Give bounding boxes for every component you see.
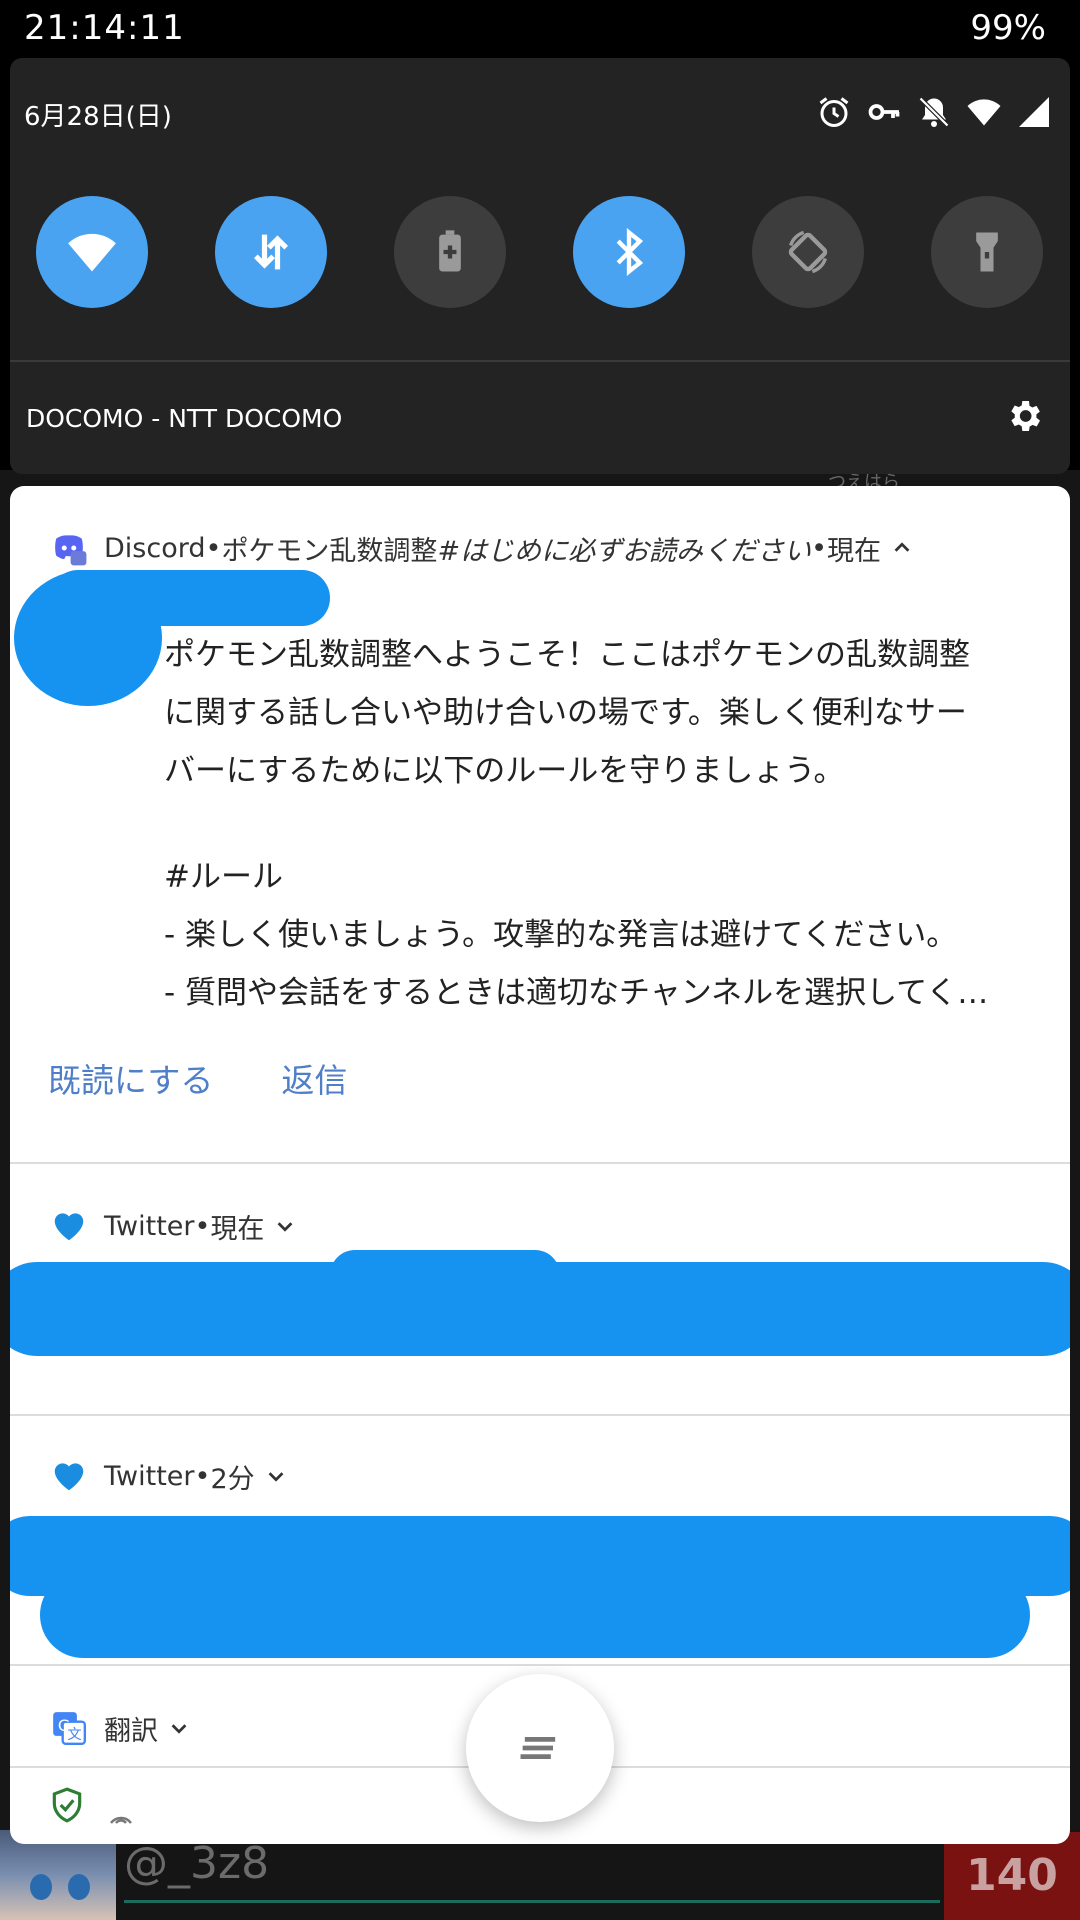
battery-saver-icon <box>439 230 461 272</box>
wifi-tile[interactable] <box>36 196 148 308</box>
discord-message-body: ポケモン乱数調整へようこそ！ここはポケモンの乱数調整 に関する話し合いや助け合い… <box>164 626 1044 1022</box>
translate-notification-header[interactable]: G 文 翻訳 <box>50 1706 190 1750</box>
separator: • <box>194 1460 211 1492</box>
status-time: 21:14:11 <box>24 8 185 48</box>
separator: • <box>194 1210 211 1242</box>
wifi-icon <box>966 94 1002 130</box>
data-transfer-icon <box>253 234 289 270</box>
channel-topic: #はじめに必ずお読みください <box>437 535 812 567</box>
discord-icon <box>55 535 87 566</box>
svg-text:文: 文 <box>67 1726 81 1743</box>
flashlight-icon <box>976 232 998 272</box>
battery-percent: 99% <box>970 8 1046 48</box>
sort-lines-icon <box>520 1736 556 1760</box>
redaction-scribble <box>50 570 330 626</box>
reply-button[interactable]: 返信 <box>281 1054 347 1102</box>
auto-rotate-icon <box>788 230 828 274</box>
date-label: 6月28日(日) <box>24 102 172 132</box>
discord-notification-header[interactable]: Discord • ポケモン乱数調整 #はじめに必ずお読みください • 現在 <box>50 526 913 570</box>
timestamp: 現在 <box>827 535 881 567</box>
settings-gear-icon[interactable] <box>1004 396 1044 436</box>
bluetooth-icon <box>616 227 644 277</box>
app-name: Discord <box>104 532 206 564</box>
manage-notifications-button[interactable] <box>466 1674 614 1822</box>
message-line: - 質問や会話をするときは適切なチャンネルを選択してく… <box>164 975 989 1011</box>
chevron-down-icon[interactable] <box>265 1465 287 1487</box>
status-bar: 21:14:11 99% <box>0 0 1080 58</box>
auto-rotate-tile[interactable] <box>752 196 864 308</box>
notification-divider <box>10 1162 1070 1164</box>
notification-actions: 既読にする 返信 <box>48 1054 347 1102</box>
heart-icon <box>54 1213 84 1241</box>
separator: • <box>205 532 222 564</box>
character-count-badge: 140 <box>944 1832 1080 1920</box>
twitter-notification-header[interactable]: Twitter • 2分 <box>50 1454 287 1498</box>
shield-check-icon <box>52 1787 82 1823</box>
vpn-key-icon <box>866 94 902 130</box>
heart-icon <box>54 1463 84 1491</box>
notifications-off-icon <box>916 94 952 130</box>
carrier-label: DOCOMO - NTT DOCOMO <box>26 404 343 433</box>
timestamp: 現在 <box>210 1213 265 1245</box>
username-handle: @_3z8 <box>124 1838 270 1889</box>
chevron-down-icon[interactable] <box>274 1215 296 1237</box>
hotspot-icon <box>110 1816 132 1824</box>
flashlight-tile[interactable] <box>931 196 1043 308</box>
translate-icon: G 文 <box>53 1712 87 1746</box>
message-line: #ルール <box>164 859 283 895</box>
redaction-scribble <box>330 1250 560 1300</box>
message-line: バーにするために以下のルールを守りましょう。 <box>164 753 845 789</box>
separator: • <box>811 532 827 564</box>
battery-saver-tile[interactable] <box>394 196 506 308</box>
app-name: Twitter <box>104 1210 195 1242</box>
chevron-down-icon[interactable] <box>168 1717 190 1739</box>
app-name: 翻訳 <box>104 1715 158 1747</box>
channel-name: ポケモン乱数調整 <box>221 535 438 567</box>
notification-divider <box>10 1414 1070 1416</box>
quick-settings-tiles <box>36 196 1056 312</box>
input-underline <box>124 1900 940 1903</box>
quick-settings-divider <box>10 360 1070 362</box>
message-line: ポケモン乱数調整へようこそ！ここはポケモンの乱数調整 <box>164 637 970 673</box>
bluetooth-tile[interactable] <box>573 196 685 308</box>
wifi-icon <box>68 233 116 272</box>
quick-settings-panel: 6月28日(日) DOCOMO - NTT DOCOMO <box>10 58 1070 474</box>
chevron-up-icon[interactable] <box>891 537 913 559</box>
message-line: に関する話し合いや助け合いの場です。楽しく便利なサー <box>164 695 967 731</box>
redaction-scribble <box>40 1572 1030 1658</box>
signal-icon <box>1016 94 1052 130</box>
mobile-data-tile[interactable] <box>215 196 327 308</box>
message-line: - 楽しく使いましょう。攻撃的な発言は避けてください。 <box>164 917 958 953</box>
mark-read-button[interactable]: 既読にする <box>48 1054 213 1102</box>
notification-divider <box>10 1664 1070 1666</box>
status-icons <box>816 92 1052 132</box>
timestamp: 2分 <box>210 1463 255 1495</box>
alarm-icon <box>816 94 852 130</box>
twitter-notification-header[interactable]: Twitter • 現在 <box>50 1204 296 1248</box>
app-name: Twitter <box>104 1460 195 1492</box>
notification-panel: Discord • ポケモン乱数調整 #はじめに必ずお読みください • 現在 ポ… <box>10 486 1070 1844</box>
